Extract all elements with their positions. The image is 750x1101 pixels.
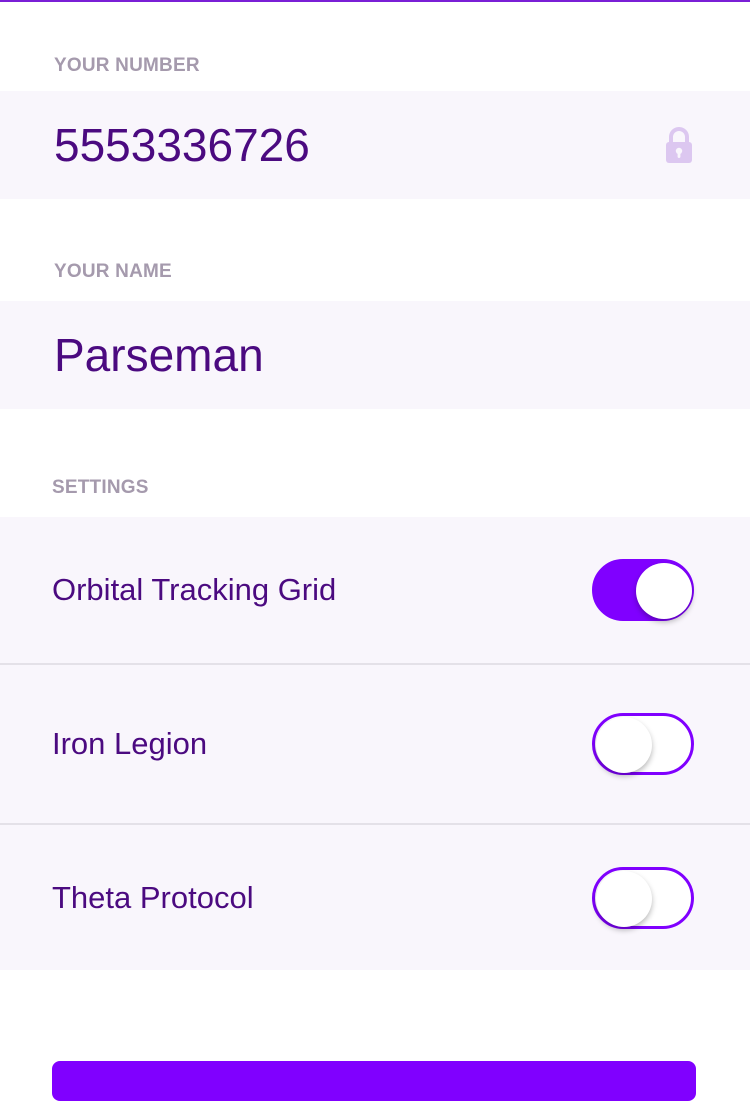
primary-action-button[interactable] — [52, 1061, 696, 1101]
setting-row-orbital-tracking-grid: Orbital Tracking Grid — [0, 517, 750, 663]
toggle-knob — [636, 563, 692, 619]
toggle-knob — [596, 870, 652, 927]
setting-label: Theta Protocol — [52, 879, 254, 915]
theta-protocol-toggle[interactable] — [592, 866, 694, 929]
lock-icon — [666, 127, 692, 163]
iron-legion-toggle[interactable] — [592, 713, 694, 775]
name-value[interactable]: Parseman — [54, 328, 264, 382]
setting-row-theta-protocol: Theta Protocol — [0, 825, 750, 970]
name-field[interactable]: Parseman — [0, 301, 750, 409]
number-value: 5553336726 — [54, 119, 310, 171]
setting-label: Iron Legion — [52, 726, 208, 761]
number-field: 5553336726 — [0, 91, 750, 199]
number-section-label: YOUR NUMBER — [54, 55, 200, 76]
name-section-label: YOUR NAME — [54, 261, 172, 282]
top-divider — [0, 0, 750, 2]
toggle-knob — [596, 717, 652, 773]
orbital-tracking-grid-toggle[interactable] — [592, 559, 694, 621]
settings-section-label: SETTINGS — [52, 477, 149, 498]
setting-row-iron-legion: Iron Legion — [0, 665, 750, 823]
setting-label: Orbital Tracking Grid — [52, 572, 337, 607]
